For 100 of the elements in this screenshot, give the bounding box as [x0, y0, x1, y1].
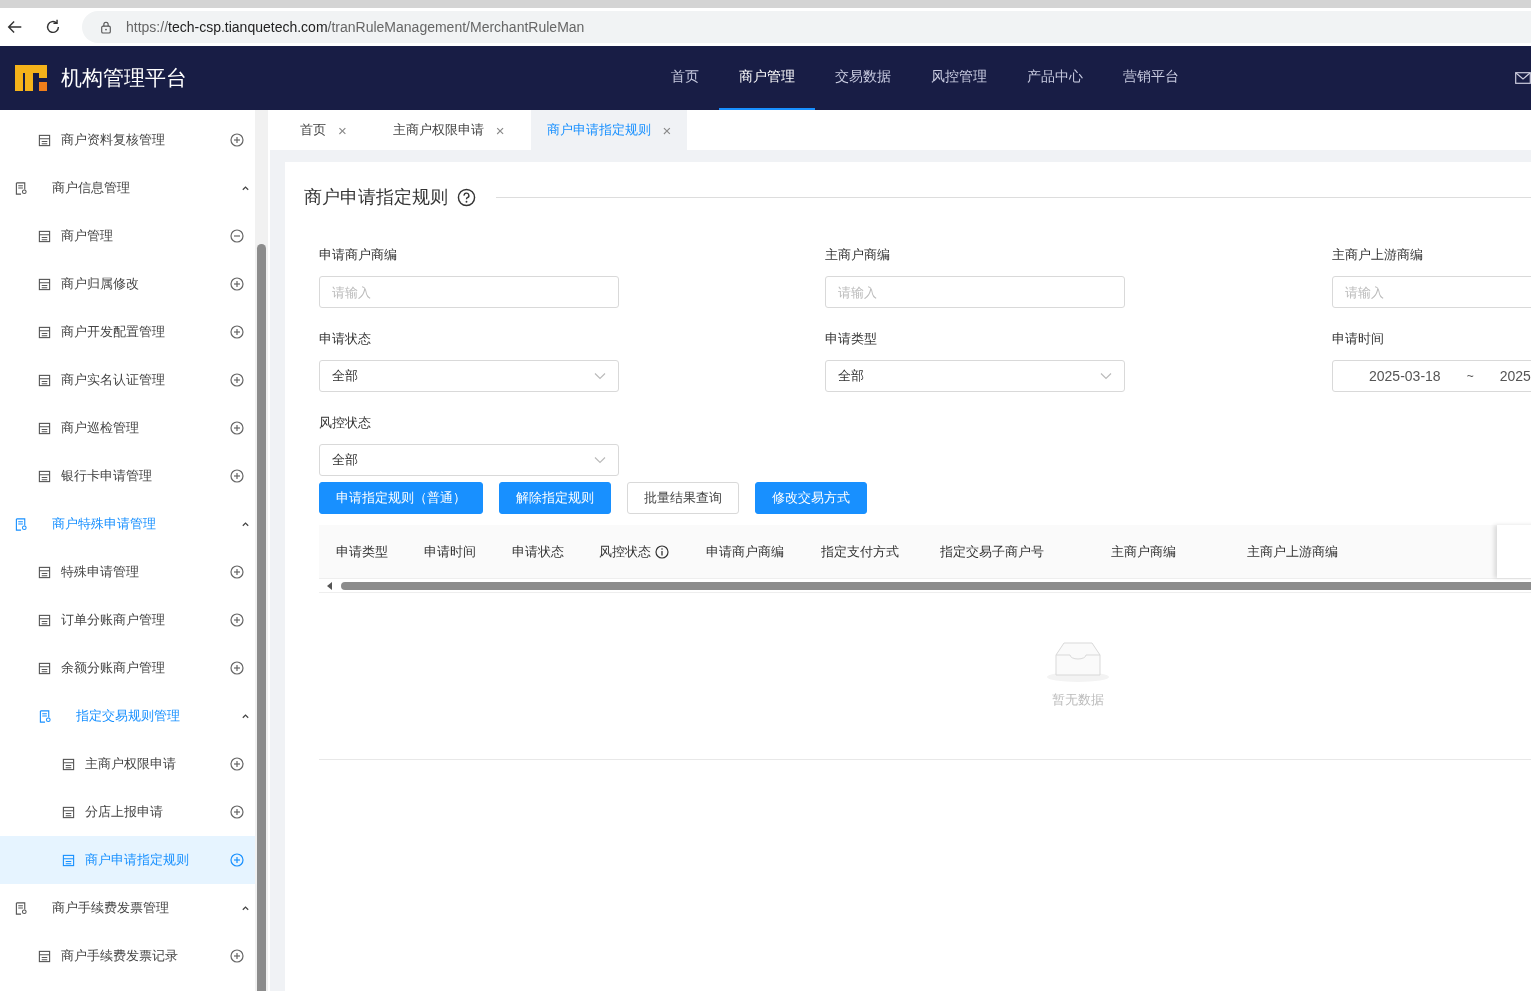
plus-circle-icon[interactable] [230, 421, 244, 435]
form-icon [38, 661, 51, 675]
chevron-down-icon [594, 456, 606, 464]
address-bar[interactable]: https://tech-csp.tianquetech.com/tranRuleManagement/MerchantRuleMan [82, 11, 1531, 43]
reload-icon[interactable] [44, 18, 62, 36]
form-icon [38, 133, 51, 147]
select-field[interactable]: 全部 [825, 360, 1125, 392]
chevron-up-icon[interactable] [241, 185, 250, 191]
sidebar-item[interactable]: 订单分账商户管理 [0, 596, 255, 644]
field-label: 申请状态 [319, 330, 372, 348]
logo-icon [15, 65, 47, 91]
sidebar-item[interactable]: 商户手续费发票记录 [0, 932, 255, 980]
document-icon [15, 901, 28, 915]
form-icon [62, 757, 75, 771]
sidebar-item[interactable]: 商户资料复核管理 [0, 116, 255, 164]
scroll-left-icon[interactable] [327, 581, 333, 590]
plus-circle-icon[interactable] [230, 469, 244, 483]
input-field[interactable]: 请输入 [319, 276, 619, 308]
plus-circle-icon[interactable] [230, 373, 244, 387]
nav-tab[interactable]: 风控管理 [911, 46, 1007, 110]
app-title: 机构管理平台 [61, 65, 188, 91]
sidebar-item[interactable]: 特殊申请管理 [0, 548, 255, 596]
scrollbar[interactable] [255, 110, 268, 991]
nav-tab[interactable]: 产品中心 [1007, 46, 1103, 110]
horizontal-scrollbar[interactable] [319, 579, 1531, 593]
page-tab[interactable]: 首页 × [270, 110, 363, 150]
sidebar-item[interactable]: 分店上报申请 [0, 788, 255, 836]
plus-circle-icon[interactable] [230, 325, 244, 339]
plus-circle-icon[interactable] [230, 565, 244, 579]
sidebar-item[interactable]: 余额分账商户管理 [0, 644, 255, 692]
chevron-down-icon [594, 372, 606, 380]
form-icon [38, 565, 51, 579]
lock-icon[interactable] [100, 20, 112, 34]
form-icon [38, 421, 51, 435]
nav-tab[interactable]: 交易数据 [815, 46, 911, 110]
back-icon[interactable] [6, 18, 24, 36]
field-label: 主商户商编 [825, 246, 891, 264]
column-header: 风控状态 [599, 542, 651, 561]
form-icon [38, 949, 51, 963]
plus-circle-icon[interactable] [230, 853, 244, 867]
sidebar-item[interactable]: 商户巡检管理 [0, 404, 255, 452]
input-field[interactable]: 请输入 [825, 276, 1125, 308]
column-header: 申请类型 [336, 542, 388, 561]
column-header: 申请状态 [512, 542, 564, 561]
form-icon [38, 613, 51, 627]
page-title: 商户申请指定规则 [304, 186, 448, 209]
empty-text: 暂无数据 [1052, 691, 1104, 709]
sidebar-item[interactable]: 商户归属修改 [0, 260, 255, 308]
form-icon [62, 853, 75, 867]
form-icon [62, 805, 75, 819]
plus-circle-icon[interactable] [230, 277, 244, 291]
plus-circle-icon[interactable] [230, 613, 244, 627]
sidebar-item[interactable]: 商户手续费发票管理 [0, 884, 255, 932]
field-label: 申请类型 [825, 330, 878, 348]
action-button[interactable]: 批量结果查询 [627, 482, 739, 514]
sidebar-item[interactable]: 商户信息管理 [0, 164, 255, 212]
sidebar-item[interactable]: 商户开发配置管理 [0, 308, 255, 356]
plus-circle-icon[interactable] [230, 133, 244, 147]
field-label: 风控状态 [319, 414, 372, 432]
sidebar-item[interactable]: 商户实名认证管理 [0, 356, 255, 404]
field-label: 申请商户商编 [319, 246, 398, 264]
column-header: 主商户上游商编 [1247, 542, 1338, 561]
plus-circle-icon[interactable] [230, 661, 244, 675]
document-icon [39, 709, 52, 723]
document-icon [15, 181, 28, 195]
column-header: 申请时间 [424, 542, 476, 561]
field-label: 申请时间 [1332, 330, 1385, 348]
column-header: 指定支付方式 [821, 542, 899, 561]
chevron-up-icon[interactable] [241, 521, 250, 527]
page-tab[interactable]: 主商户权限申请 × [362, 110, 521, 150]
plus-circle-icon[interactable] [230, 949, 244, 963]
form-icon [38, 277, 51, 291]
form-icon [38, 325, 51, 339]
chevron-up-icon[interactable] [241, 713, 250, 719]
url-text: https://tech-csp.tianquetech.com/tranRuleManagement/MerchantRuleMan [126, 19, 585, 35]
plus-circle-icon[interactable] [230, 757, 244, 771]
date-range-field[interactable]: 2025-03-18 ~ 2025 [1332, 360, 1531, 392]
sidebar-item[interactable]: 主商户权限申请 [0, 740, 255, 788]
plus-circle-icon[interactable] [230, 805, 244, 819]
chevron-up-icon[interactable] [241, 905, 250, 911]
mail-icon[interactable] [1515, 72, 1531, 84]
document-icon [15, 517, 28, 531]
help-icon[interactable] [457, 187, 476, 207]
select-field[interactable]: 全部 [319, 360, 619, 392]
column-header: 主商户商编 [1111, 542, 1176, 561]
sidebar-item[interactable]: 银行卡申请管理 [0, 452, 255, 500]
field-label: 主商户上游商编 [1332, 246, 1424, 264]
empty-inbox-icon [1046, 641, 1110, 683]
column-header: 申请商户商编 [706, 542, 784, 561]
nav-tab[interactable]: 首页 [651, 46, 719, 110]
column-header: 指定交易子商户号 [940, 542, 1044, 561]
info-icon[interactable] [655, 544, 669, 559]
select-field[interactable]: 全部 [319, 444, 619, 476]
form-icon [38, 469, 51, 483]
nav-tab[interactable]: 营销平台 [1103, 46, 1199, 110]
chevron-down-icon [1100, 372, 1112, 380]
input-field[interactable]: 请输入 [1332, 276, 1531, 308]
form-icon [38, 373, 51, 387]
sidebar-item[interactable]: 商户管理 [0, 212, 255, 260]
minus-circle-icon[interactable] [230, 229, 244, 243]
